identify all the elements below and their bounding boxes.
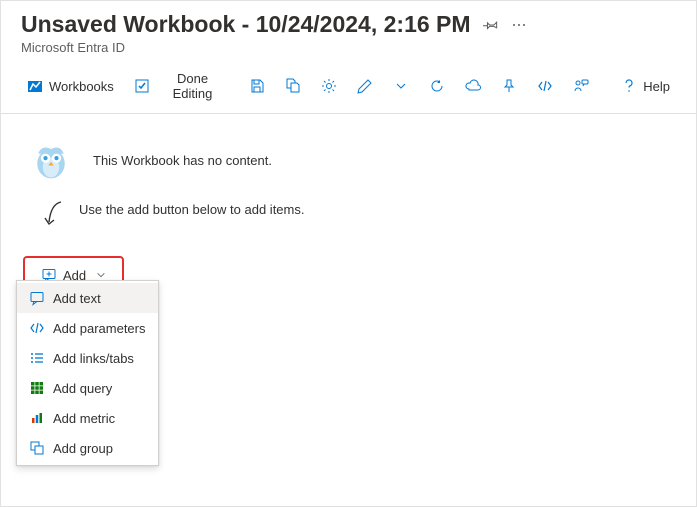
code-button[interactable] — [529, 74, 561, 98]
add-metric-item[interactable]: Add metric — [17, 403, 158, 433]
person-feedback-icon — [573, 78, 589, 94]
menu-label: Add group — [53, 441, 113, 456]
feedback-button[interactable] — [565, 74, 597, 98]
add-links-tabs-item[interactable]: Add links/tabs — [17, 343, 158, 373]
grid-icon — [29, 380, 45, 396]
add-menu: Add text Add parameters Add links/tabs A… — [16, 280, 159, 466]
help-button[interactable]: Help — [613, 74, 678, 98]
empty-hint: Use the add button below to add items. — [79, 200, 304, 217]
toolbar: Workbooks Done Editing — [1, 59, 696, 114]
add-group-item[interactable]: Add group — [17, 433, 158, 463]
group-icon — [29, 440, 45, 456]
pin-icon[interactable] — [483, 17, 499, 33]
save-as-icon — [285, 78, 301, 94]
more-icon[interactable] — [511, 17, 527, 33]
refresh-icon — [429, 78, 445, 94]
help-label: Help — [643, 79, 670, 94]
parameters-icon — [29, 320, 45, 336]
chevron-down-icon — [393, 78, 409, 94]
add-parameters-item[interactable]: Add parameters — [17, 313, 158, 343]
save-as-button[interactable] — [277, 74, 309, 98]
cloud-icon — [465, 78, 481, 94]
done-editing-button[interactable]: Done Editing — [126, 67, 237, 105]
edit-dropdown[interactable] — [385, 74, 417, 98]
done-icon — [134, 78, 150, 94]
workbooks-label: Workbooks — [49, 79, 114, 94]
save-icon — [249, 78, 265, 94]
save-button[interactable] — [241, 74, 273, 98]
page-title: Unsaved Workbook - 10/24/2024, 2:16 PM — [21, 11, 471, 38]
workbook-icon — [27, 78, 43, 94]
settings-button[interactable] — [313, 74, 345, 98]
owl-icon — [29, 138, 73, 182]
done-editing-label: Done Editing — [156, 71, 229, 101]
pencil-icon — [357, 78, 373, 94]
share-button[interactable] — [457, 74, 489, 98]
help-icon — [621, 78, 637, 94]
refresh-button[interactable] — [421, 74, 453, 98]
arrow-hint-icon — [41, 200, 65, 232]
menu-label: Add links/tabs — [53, 351, 134, 366]
pin-toolbar-icon — [501, 78, 517, 94]
edit-button[interactable] — [349, 74, 381, 98]
add-query-item[interactable]: Add query — [17, 373, 158, 403]
chart-icon — [29, 410, 45, 426]
empty-headline: This Workbook has no content. — [93, 153, 272, 168]
list-icon — [29, 350, 45, 366]
menu-label: Add metric — [53, 411, 115, 426]
subtitle: Microsoft Entra ID — [21, 40, 676, 55]
text-icon — [29, 290, 45, 306]
menu-label: Add query — [53, 381, 112, 396]
pin-button[interactable] — [493, 74, 525, 98]
add-text-item[interactable]: Add text — [17, 283, 158, 313]
menu-label: Add parameters — [53, 321, 146, 336]
menu-label: Add text — [53, 291, 101, 306]
code-icon — [537, 78, 553, 94]
gear-icon — [321, 78, 337, 94]
workbooks-button[interactable]: Workbooks — [19, 74, 122, 98]
